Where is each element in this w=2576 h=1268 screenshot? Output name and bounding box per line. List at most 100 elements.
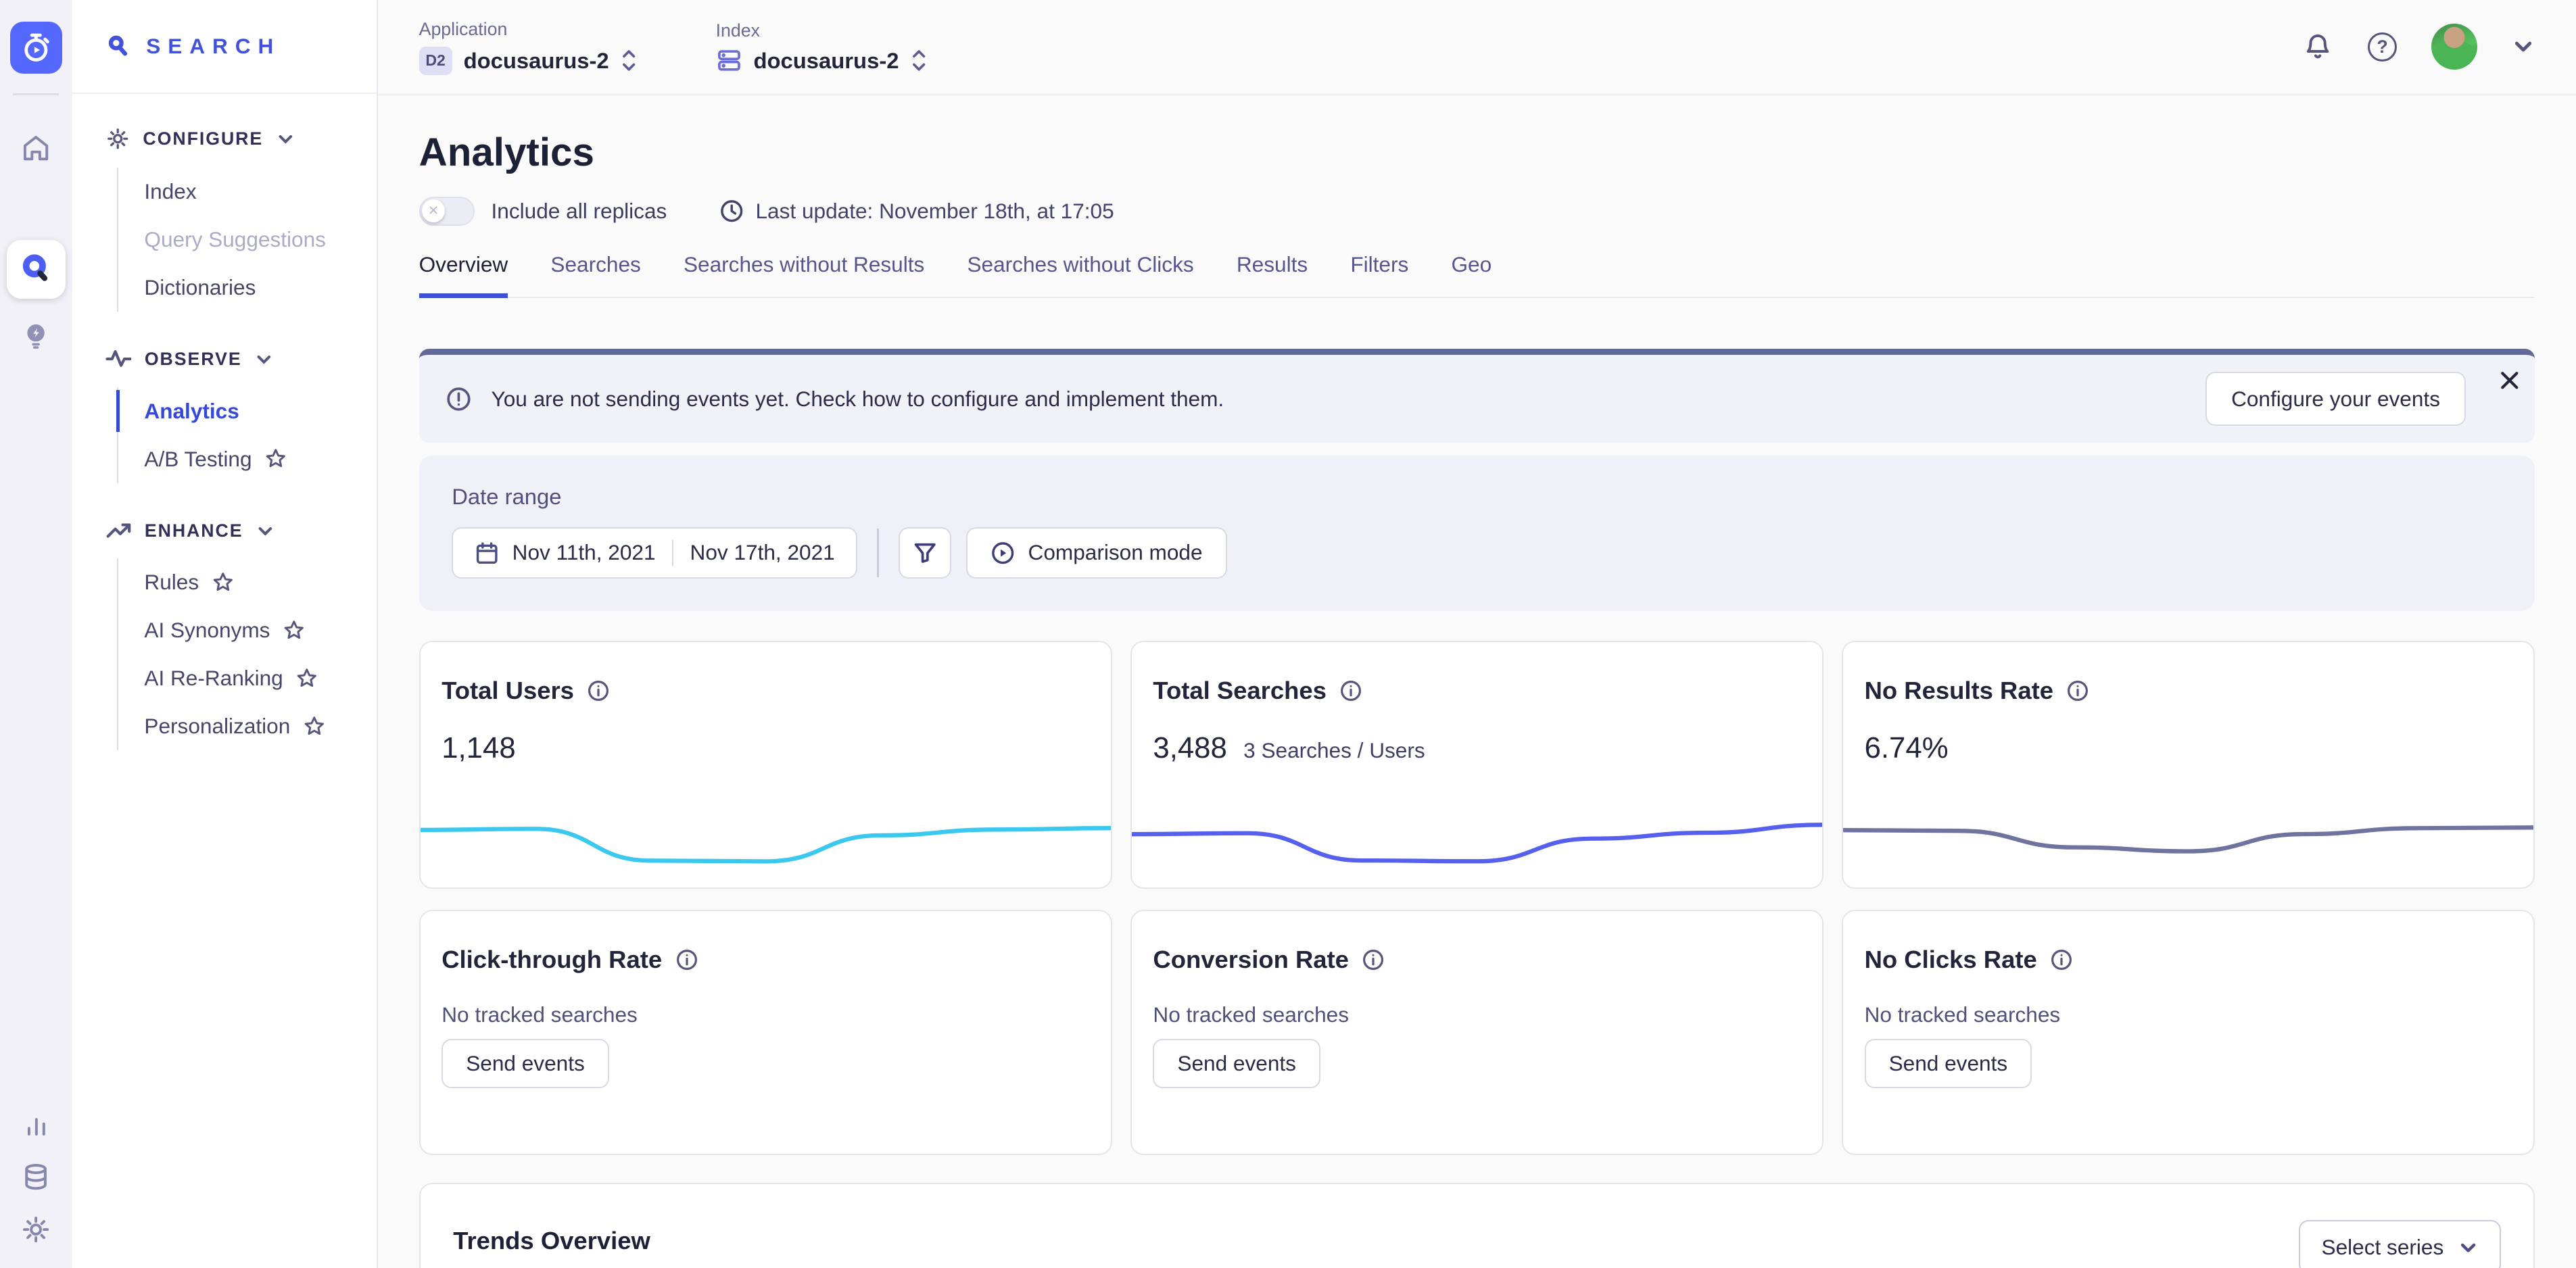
info-icon[interactable]	[1339, 679, 1362, 702]
page-title: Analytics	[419, 130, 2535, 175]
tab-overview[interactable]: Overview	[419, 252, 508, 298]
toggle-knob: ✕	[422, 199, 445, 222]
database-icon	[20, 1161, 51, 1192]
include-replicas-label: Include all replicas	[492, 199, 667, 224]
date-separator	[672, 540, 673, 566]
card-click-through-rate: Click-through Rate No tracked searches S…	[419, 910, 1112, 1154]
info-icon[interactable]	[1362, 948, 1385, 971]
notifications-button[interactable]	[2302, 31, 2333, 62]
send-events-button[interactable]: Send events	[1865, 1039, 2032, 1088]
main-area: Application D2 docusaurus-2 Index	[378, 0, 2576, 1268]
page-content: Analytics ✕ Include all replicas Last up…	[378, 95, 2576, 1268]
help-button[interactable]: ?	[2368, 32, 2398, 62]
sidebar-item-label: Rules	[144, 570, 199, 595]
star-icon	[265, 448, 287, 470]
chevron-down-icon	[255, 350, 273, 368]
sidebar-item-dictionaries[interactable]: Dictionaries	[118, 264, 377, 312]
card-no-results-rate: No Results Rate 6.74%	[1842, 641, 2535, 889]
stopwatch-icon	[20, 31, 53, 64]
section-label: CONFIGURE	[143, 128, 263, 149]
trends-title: Trends Overview	[453, 1227, 650, 1255]
sidebar-item-ai-synonyms[interactable]: AI Synonyms	[118, 606, 377, 654]
card-title: No Clicks Rate	[1865, 946, 2037, 974]
section-observe[interactable]: OBSERVE	[72, 347, 377, 370]
sidebar-item-label: A/B Testing	[144, 447, 252, 472]
total-searches-sparkline	[1132, 815, 1822, 881]
info-icon[interactable]	[2050, 948, 2073, 971]
send-events-button[interactable]: Send events	[1153, 1039, 1320, 1088]
application-selector[interactable]: Application D2 docusaurus-2	[419, 19, 637, 74]
sidebar-item-analytics[interactable]: Analytics	[118, 387, 377, 435]
user-avatar[interactable]	[2431, 24, 2477, 70]
star-icon	[283, 620, 305, 641]
info-icon[interactable]	[2066, 679, 2089, 702]
configure-events-button[interactable]: Configure your events	[2205, 372, 2466, 426]
sidebar-item-index[interactable]: Index	[118, 168, 377, 216]
home-icon	[20, 132, 51, 164]
data-button[interactable]	[20, 1161, 51, 1192]
user-menu-chevron-icon[interactable]	[2512, 35, 2535, 58]
logo-text: SEARCH	[146, 34, 281, 59]
sidebar-item-query-suggestions[interactable]: Query Suggestions	[118, 216, 377, 264]
include-replicas-toggle[interactable]: ✕	[419, 197, 475, 226]
comparison-mode-button[interactable]: Comparison mode	[966, 527, 1227, 578]
card-conversion-rate: Conversion Rate No tracked searches Send…	[1130, 910, 1823, 1154]
sidebar: SEARCH CONFIGURE	[72, 0, 378, 1268]
chevron-down-icon	[277, 130, 295, 148]
date-range-picker[interactable]: Nov 11th, 2021 Nov 17th, 2021	[452, 527, 857, 578]
play-circle-icon	[991, 541, 1015, 565]
sidebar-item-rules[interactable]: Rules	[118, 558, 377, 606]
card-total-searches: Total Searches 3,488 3 Searches / Users	[1130, 641, 1823, 889]
send-events-button[interactable]: Send events	[442, 1039, 609, 1088]
index-selector[interactable]: Index docusaurus-2	[716, 20, 927, 74]
sidebar-item-ab-testing[interactable]: A/B Testing	[118, 435, 377, 483]
total-users-sparkline	[421, 815, 1111, 881]
info-icon[interactable]	[587, 679, 610, 702]
no-results-rate-sparkline	[1843, 815, 2533, 881]
settings-button[interactable]	[20, 1214, 51, 1245]
clock-icon	[719, 199, 744, 223]
section-label: ENHANCE	[145, 520, 243, 541]
section-configure[interactable]: CONFIGURE	[72, 126, 377, 151]
application-badge: D2	[419, 47, 452, 75]
card-status: No tracked searches	[1153, 1002, 1800, 1027]
usage-stats-button[interactable]	[22, 1111, 51, 1140]
search-product-button[interactable]	[7, 240, 66, 299]
application-value: docusaurus-2	[464, 48, 609, 74]
chevron-down-icon	[256, 522, 275, 540]
gear-icon	[105, 126, 130, 151]
section-enhance[interactable]: ENHANCE	[72, 519, 377, 542]
star-icon	[296, 668, 318, 689]
card-title: Conversion Rate	[1153, 946, 1349, 974]
card-value: 6.74%	[1865, 731, 1949, 765]
recommend-product-button[interactable]	[7, 306, 66, 364]
comparison-mode-label: Comparison mode	[1028, 540, 1203, 565]
info-icon[interactable]	[675, 948, 698, 971]
controls-divider	[877, 529, 878, 578]
sidebar-item-label: Query Suggestions	[144, 227, 326, 252]
metric-cards-row: Total Users 1,148 Total Searches	[419, 641, 2535, 889]
chevron-down-icon	[2458, 1238, 2478, 1257]
date-start: Nov 11th, 2021	[512, 540, 656, 565]
filter-button[interactable]	[899, 527, 951, 578]
card-value: 1,148	[442, 731, 515, 765]
tab-searches[interactable]: Searches	[550, 252, 640, 298]
tab-searches-without-results[interactable]: Searches without Results	[684, 252, 924, 298]
search-logo[interactable]: SEARCH	[72, 0, 377, 94]
home-nav-button[interactable]	[7, 118, 66, 177]
sidebar-item-personalization[interactable]: Personalization	[118, 702, 377, 750]
sidebar-item-label: AI Re-Ranking	[144, 666, 283, 691]
sidebar-item-ai-re-ranking[interactable]: AI Re-Ranking	[118, 654, 377, 702]
magnifier-logo-icon	[105, 33, 132, 59]
tab-searches-without-clicks[interactable]: Searches without Clicks	[967, 252, 1193, 298]
tab-filters[interactable]: Filters	[1350, 252, 1408, 298]
lightbulb-flash-icon	[20, 320, 51, 351]
index-icon	[716, 47, 742, 74]
card-status: No tracked searches	[442, 1002, 1089, 1027]
product-switcher-button[interactable]	[10, 22, 63, 74]
tab-geo[interactable]: Geo	[1451, 252, 1492, 298]
select-series-button[interactable]: Select series	[2299, 1220, 2501, 1268]
close-icon[interactable]	[2499, 370, 2521, 391]
search-magnifier-icon	[20, 253, 53, 286]
tab-results[interactable]: Results	[1237, 252, 1308, 298]
